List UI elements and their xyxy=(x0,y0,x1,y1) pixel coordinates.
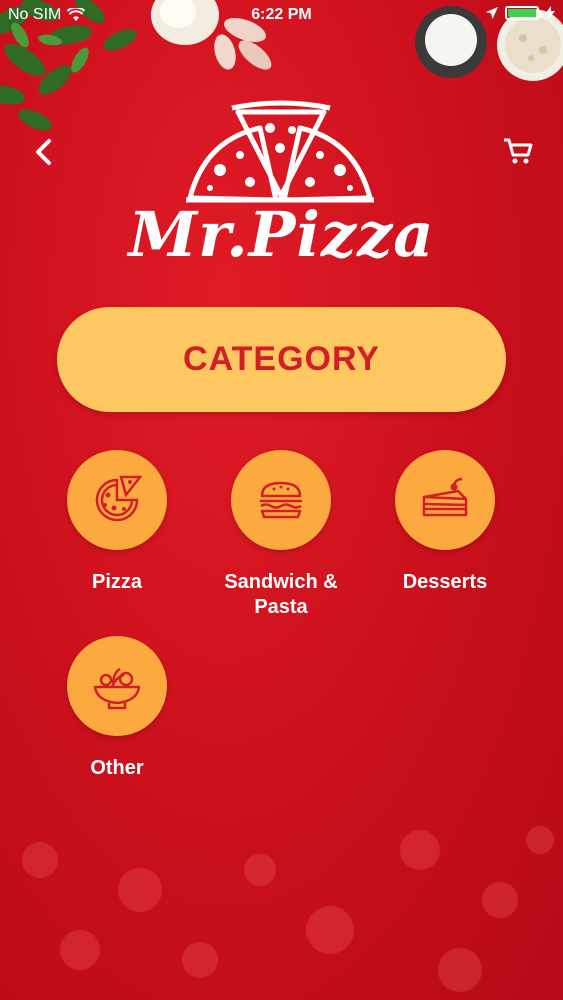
category-banner-label: CATEGORY xyxy=(183,340,380,378)
category-pizza[interactable]: Pizza xyxy=(42,450,192,595)
category-sandwich-pasta-label: Sandwich & Pasta xyxy=(206,570,356,620)
clock: 6:22 PM xyxy=(251,6,312,23)
category-sandwich-pasta-label-line: Pasta xyxy=(254,596,308,618)
location-arrow-icon xyxy=(486,7,498,19)
category-desserts-circle xyxy=(395,450,495,550)
category-other-circle xyxy=(67,636,167,736)
category-sandwich-pasta-label-line: Sandwich & xyxy=(224,571,338,593)
burger-icon xyxy=(260,481,302,519)
cake-slice-icon xyxy=(422,477,468,517)
charging-bolt-icon xyxy=(545,6,555,20)
back-button[interactable] xyxy=(30,137,60,167)
chevron-left-icon xyxy=(36,139,51,165)
category-banner: CATEGORY xyxy=(57,307,506,412)
category-other-label: Other xyxy=(90,757,144,779)
brand-title: Mr.Pizza xyxy=(128,198,435,271)
category-pizza-circle xyxy=(67,450,167,550)
category-other[interactable]: Other xyxy=(42,636,192,781)
status-bar: No SIM 6:22 PM xyxy=(0,0,563,30)
food-pattern-decoration xyxy=(22,826,554,992)
salad-bowl-icon xyxy=(93,667,141,710)
cart-button[interactable] xyxy=(502,136,534,166)
category-pizza-label: Pizza xyxy=(91,571,143,593)
battery-level xyxy=(508,9,536,17)
status-right xyxy=(485,6,555,20)
cart-icon xyxy=(504,138,533,164)
category-sandwich-pasta[interactable]: Sandwich & Pasta xyxy=(206,450,356,620)
category-desserts-label: Desserts xyxy=(402,571,488,593)
battery-icon xyxy=(505,6,542,20)
pizza-icon xyxy=(95,475,143,522)
category-sandwich-circle xyxy=(231,450,331,550)
category-desserts[interactable]: Desserts xyxy=(370,450,520,595)
